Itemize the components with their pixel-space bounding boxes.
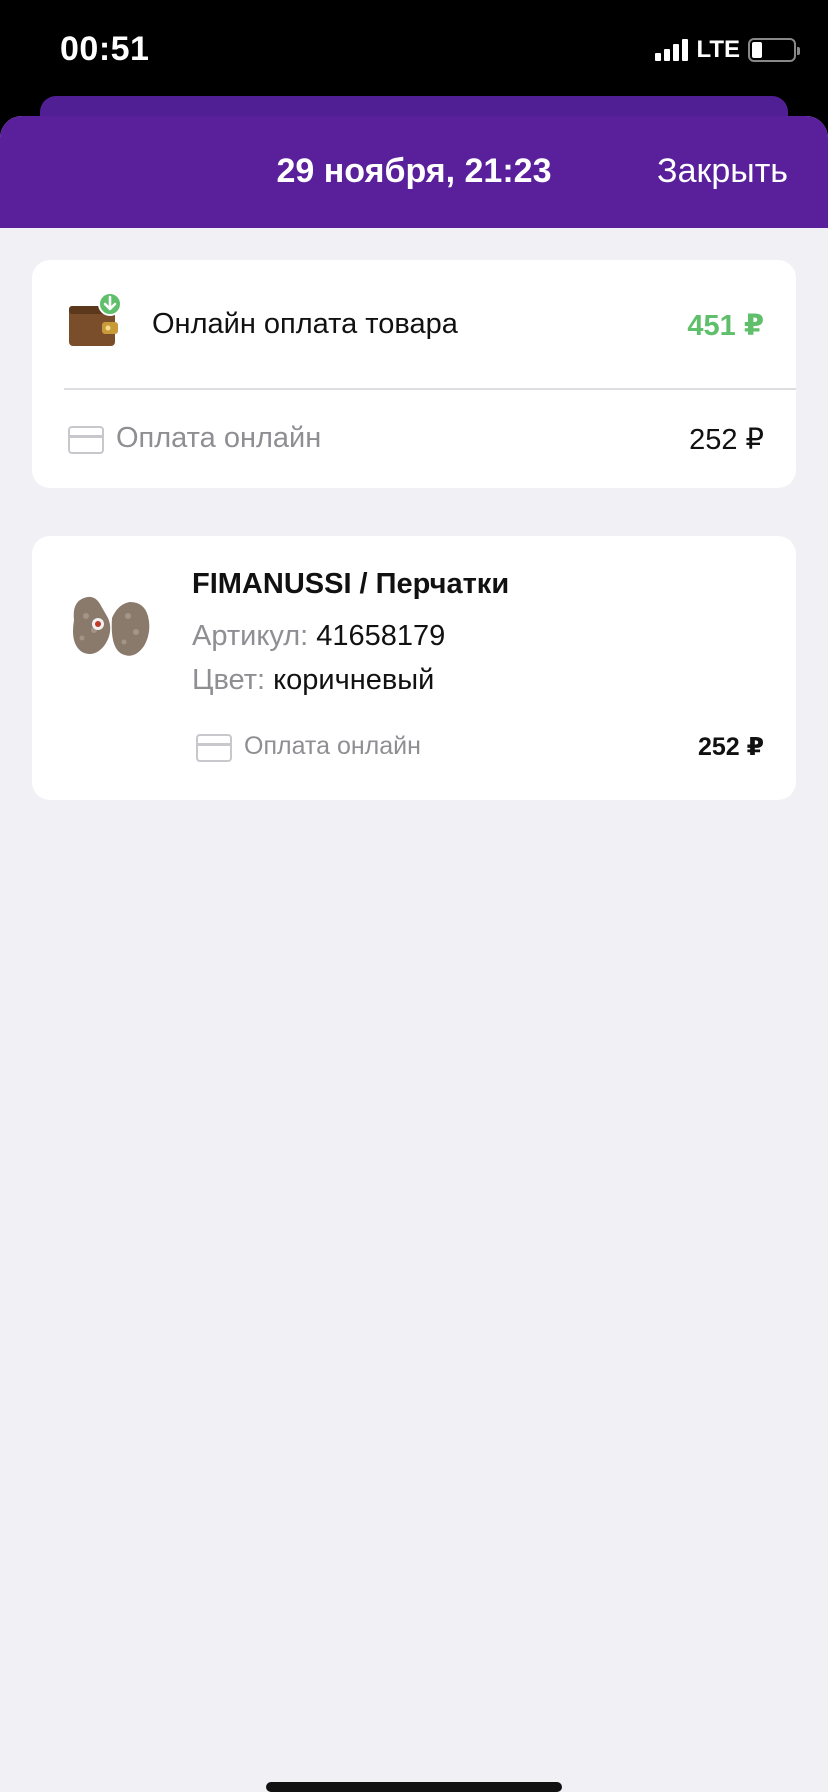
home-indicator[interactable] xyxy=(266,1782,562,1792)
payment-method-row: Оплата онлайн 252 ₽ xyxy=(32,390,796,488)
payment-row: Онлайн оплата товара 451 ₽ xyxy=(32,260,796,388)
payment-amount: 451 ₽ xyxy=(687,310,764,342)
credit-card-icon xyxy=(196,734,232,762)
signal-icon xyxy=(655,39,689,61)
product-image[interactable] xyxy=(64,580,158,670)
payment-title: Онлайн оплата товара xyxy=(152,308,458,340)
color-value: коричневый xyxy=(273,664,435,696)
product-card[interactable]: FIMANUSSI / Перчатки Артикул: 41658179 Ц… xyxy=(32,536,796,800)
status-bar: 00:51 LTE xyxy=(0,0,828,96)
network-type: LTE xyxy=(696,36,740,63)
battery-icon xyxy=(748,38,800,62)
payment-method-label: Оплата онлайн xyxy=(116,422,322,454)
item-payment-label: Оплата онлайн xyxy=(244,732,421,760)
product-name: FIMANUSSI / Перчатки xyxy=(192,568,510,600)
payment-method-amount: 252 ₽ xyxy=(689,424,764,456)
sku-label: Артикул: xyxy=(192,620,309,652)
item-payment-amount: 252 ₽ xyxy=(697,733,764,761)
product-sku: Артикул: 41658179 xyxy=(192,620,445,653)
color-label: Цвет: xyxy=(192,664,266,696)
sku-value: 41658179 xyxy=(316,620,446,652)
order-detail-sheet: 29 ноября, 21:23 Закрыть Онлайн оплата т… xyxy=(0,116,828,1792)
wallet-icon xyxy=(69,292,122,346)
status-time: 00:51 xyxy=(60,30,150,68)
product-color: Цвет: коричневый xyxy=(192,664,434,697)
close-button[interactable]: Закрыть xyxy=(657,152,788,191)
status-indicators: LTE xyxy=(655,36,800,64)
credit-card-icon xyxy=(68,426,104,454)
sheet-header: 29 ноября, 21:23 Закрыть xyxy=(0,116,828,228)
payment-summary-card: Онлайн оплата товара 451 ₽ Оплата онлайн… xyxy=(32,260,796,488)
